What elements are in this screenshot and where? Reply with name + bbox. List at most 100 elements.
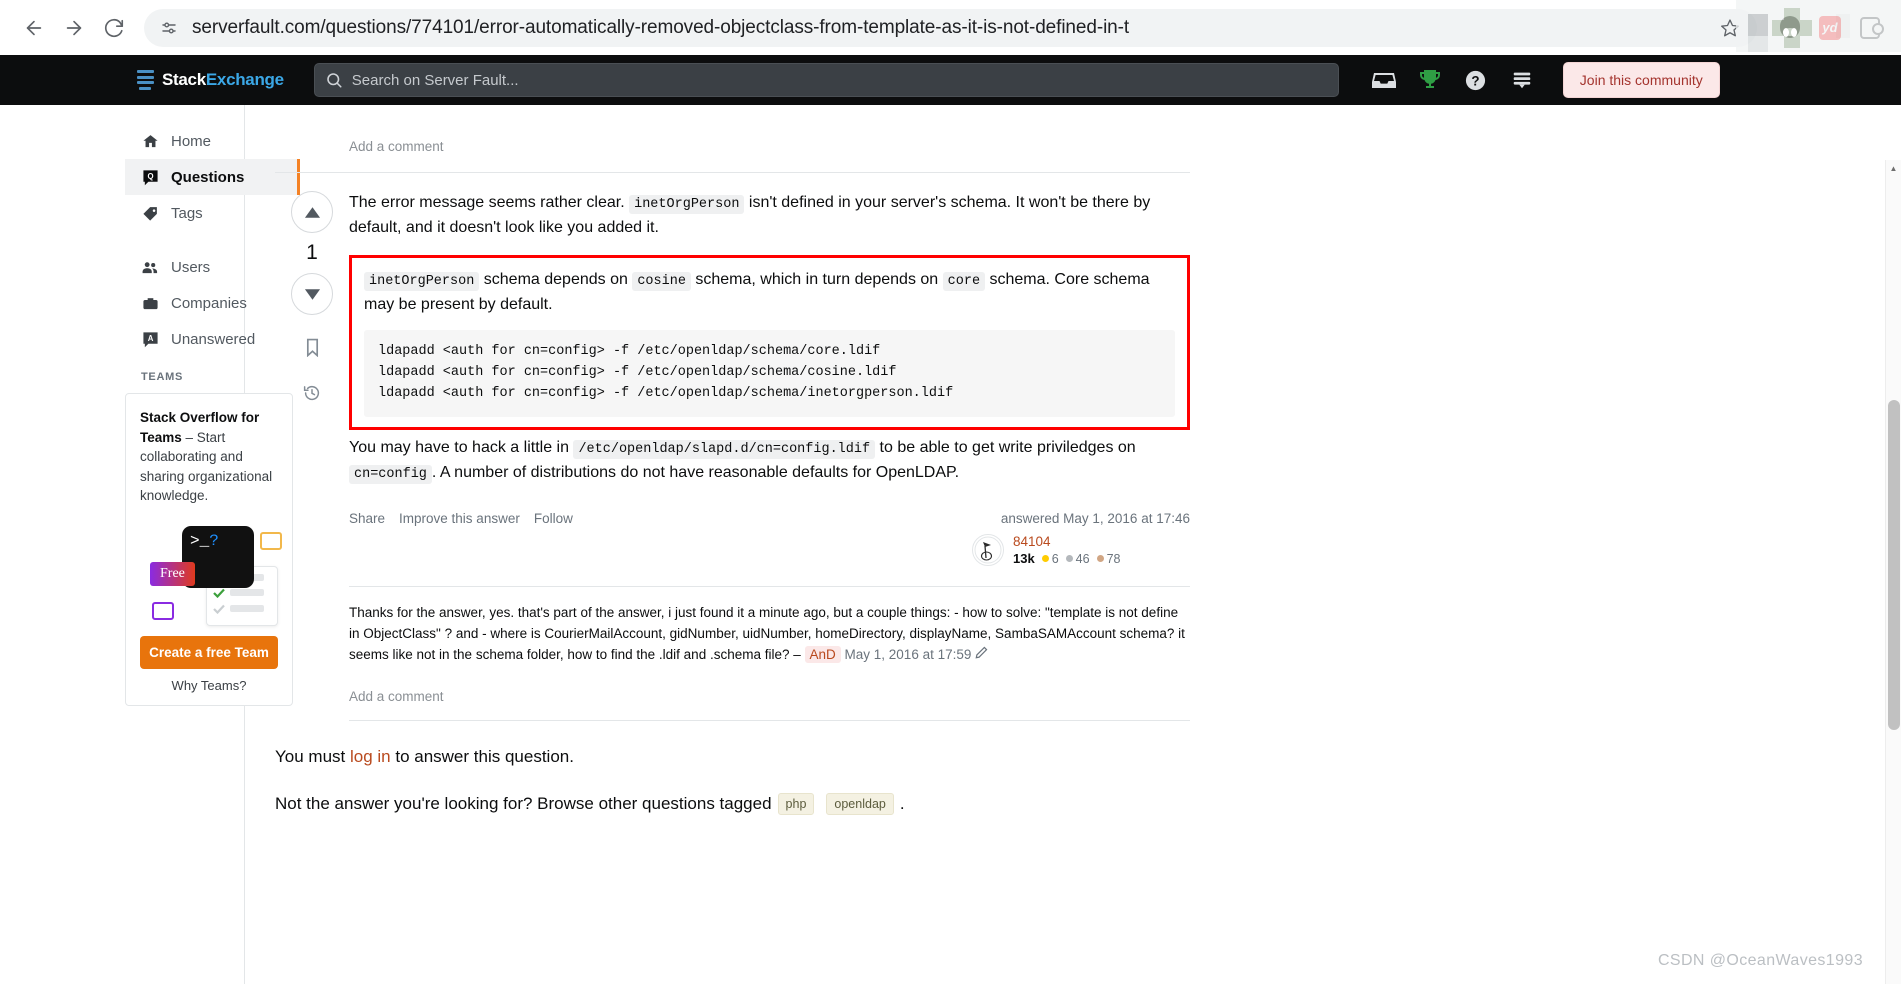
url-text: serverfault.com/questions/774101/error-a… (192, 16, 1130, 38)
answer-post: 1 The error message seems rather clear. … (275, 173, 1190, 722)
user-info: 84104 13k 6 46 78 (1013, 534, 1120, 566)
inline-code-inetorgperson: inetOrgPerson (629, 195, 745, 214)
answer-container: Add a comment 1 The error message seems … (275, 105, 1190, 816)
reputation-value: 13k (1013, 551, 1035, 567)
bookmark-icon[interactable] (298, 333, 326, 361)
comment-item: Thanks for the answer, yes. that's part … (349, 597, 1190, 675)
search-icon (325, 71, 343, 89)
para2-text-c: . A number of distributions do not have … (431, 463, 960, 481)
share-link[interactable]: Share (349, 511, 385, 526)
scroll-up-arrow-icon[interactable]: ▲ (1886, 160, 1901, 176)
stack-exchange-menu-icon[interactable] (1499, 60, 1545, 100)
avatar[interactable] (972, 534, 1004, 567)
user-details[interactable]: 84104 13k 6 46 78 (940, 534, 1190, 567)
login-prefix-text: You must (275, 747, 350, 767)
stack-exchange-logo[interactable]: StackExchange (125, 55, 296, 105)
page-scrollbar[interactable]: ▲ ▼ (1885, 160, 1901, 984)
gold-badge-count: 6 (1051, 551, 1059, 566)
answer-user-card: answered May 1, 2016 at 17:46 84104 13k (940, 511, 1190, 567)
terminal-prompt: >_ (190, 531, 210, 550)
inline-code-inetorgperson-2: inetOrgPerson (364, 271, 480, 291)
svg-text:A: A (147, 333, 153, 342)
chat-bubble-yellow-icon (260, 531, 282, 550)
back-button[interactable] (14, 8, 54, 48)
svg-text:Q: Q (147, 171, 153, 180)
chat-bubble-purple-icon (152, 601, 174, 620)
silver-badge-icon (1065, 555, 1073, 563)
highlight-text-1: schema depends on (479, 270, 633, 288)
inline-code-cosine: cosine (632, 271, 691, 291)
question-icon: Q (141, 168, 159, 186)
header-icon-group: ? (1361, 60, 1545, 100)
comment-timestamp: May 1, 2016 at 17:59 (844, 646, 972, 662)
bronze-badge-count: 78 (1106, 551, 1121, 566)
join-community-button[interactable]: Join this community (1562, 62, 1720, 98)
edit-comment-icon[interactable] (975, 646, 988, 662)
improve-answer-link[interactable]: Improve this answer (399, 511, 520, 526)
trophy-icon[interactable] (1407, 60, 1453, 100)
answer-footer: You must log in to answer this question.… (275, 721, 1190, 816)
answer-content: The error message seems rather clear. in… (349, 191, 1190, 722)
history-icon[interactable] (298, 379, 326, 407)
tag-icon (141, 204, 159, 222)
log-in-link[interactable]: log in (350, 747, 391, 766)
search-input[interactable] (351, 71, 1328, 89)
para2-text-b: to be able to get write priviledges on (875, 438, 1136, 456)
answered-timestamp: answered May 1, 2016 at 17:46 (1000, 511, 1190, 527)
user-display-name[interactable]: 84104 (1013, 534, 1120, 549)
inbox-icon[interactable] (1361, 60, 1407, 100)
highlighted-paragraph: inetOrgPerson schema depends on cosine s… (364, 268, 1175, 318)
site-info-icon[interactable] (156, 15, 182, 41)
add-comment-link-bottom[interactable]: Add a comment (349, 675, 1190, 722)
briefcase-icon (141, 294, 159, 312)
tag-php[interactable]: php (777, 793, 815, 816)
comments-section: Thanks for the answer, yes. that's part … (349, 586, 1190, 675)
post-links: Share Improve this answer Follow (349, 511, 573, 526)
chrome-overlay-panel (1736, 0, 1901, 52)
unanswered-icon: A (141, 330, 159, 348)
logo-text-primary: Stack (162, 70, 206, 89)
site-header: StackExchange ? Join this community (0, 55, 1901, 105)
highlight-box: inetOrgPerson schema depends on cosine s… (349, 254, 1190, 430)
help-icon[interactable]: ? (1453, 60, 1499, 100)
highlight-text-2: schema, which in turn depends on (690, 270, 943, 288)
login-suffix-text: to answer this question. (390, 747, 574, 767)
sidebar-item-label: Tags (171, 204, 203, 222)
main-content: Add a comment 1 The error message seems … (245, 105, 1901, 984)
stack-exchange-logo-icon (137, 70, 154, 90)
vote-count: 1 (306, 241, 318, 264)
browser-toolbar: serverfault.com/questions/774101/error-a… (0, 0, 1901, 55)
sidebar-item-label: Companies (171, 294, 247, 312)
downvote-button[interactable] (291, 273, 333, 315)
inline-code-cn-config: cn=config (349, 464, 432, 484)
terminal-question: ? (209, 531, 219, 550)
sidebar-item-label: Unanswered (171, 330, 256, 348)
post-action-row: Share Improve this answer Follow answere… (349, 511, 1190, 567)
para1-text-a: The error message seems rather clear. (349, 194, 630, 211)
gold-badge-icon (1041, 555, 1049, 563)
reload-button[interactable] (94, 8, 134, 48)
vote-column: 1 (275, 191, 349, 721)
logo-text-secondary: Exchange (205, 70, 284, 89)
clipped-text-top (275, 105, 1190, 121)
follow-link[interactable]: Follow (534, 511, 573, 526)
tag-openldap[interactable]: openldap (826, 793, 894, 816)
forward-button[interactable] (54, 8, 94, 48)
comment-author[interactable]: AnD (804, 645, 841, 663)
free-badge: Free (150, 561, 195, 586)
answer-paragraph-2: You may have to hack a little in /etc/op… (349, 436, 1190, 486)
scrollbar-thumb[interactable] (1888, 400, 1900, 730)
teams-heading: TEAMS (141, 371, 183, 383)
add-comment-link-top[interactable]: Add a comment (275, 121, 1190, 173)
address-bar[interactable]: serverfault.com/questions/774101/error-a… (144, 8, 1757, 47)
browse-other-questions: Not the answer you're looking for? Brows… (275, 767, 1190, 816)
code-block-ldapadd: ldapadd <auth for cn=config> -f /etc/ope… (364, 329, 1175, 417)
search-box[interactable] (313, 63, 1339, 97)
sidebar-item-label: Home (171, 132, 212, 150)
left-sidebar: Home Q Questions Tags Users Companies A … (0, 105, 300, 984)
upvote-button[interactable] (291, 191, 333, 233)
svg-text:?: ? (1472, 73, 1480, 88)
para2-text-a: You may have to hack a little in (349, 438, 574, 456)
users-icon (141, 258, 159, 276)
sidebar-item-label: Questions (171, 168, 245, 186)
